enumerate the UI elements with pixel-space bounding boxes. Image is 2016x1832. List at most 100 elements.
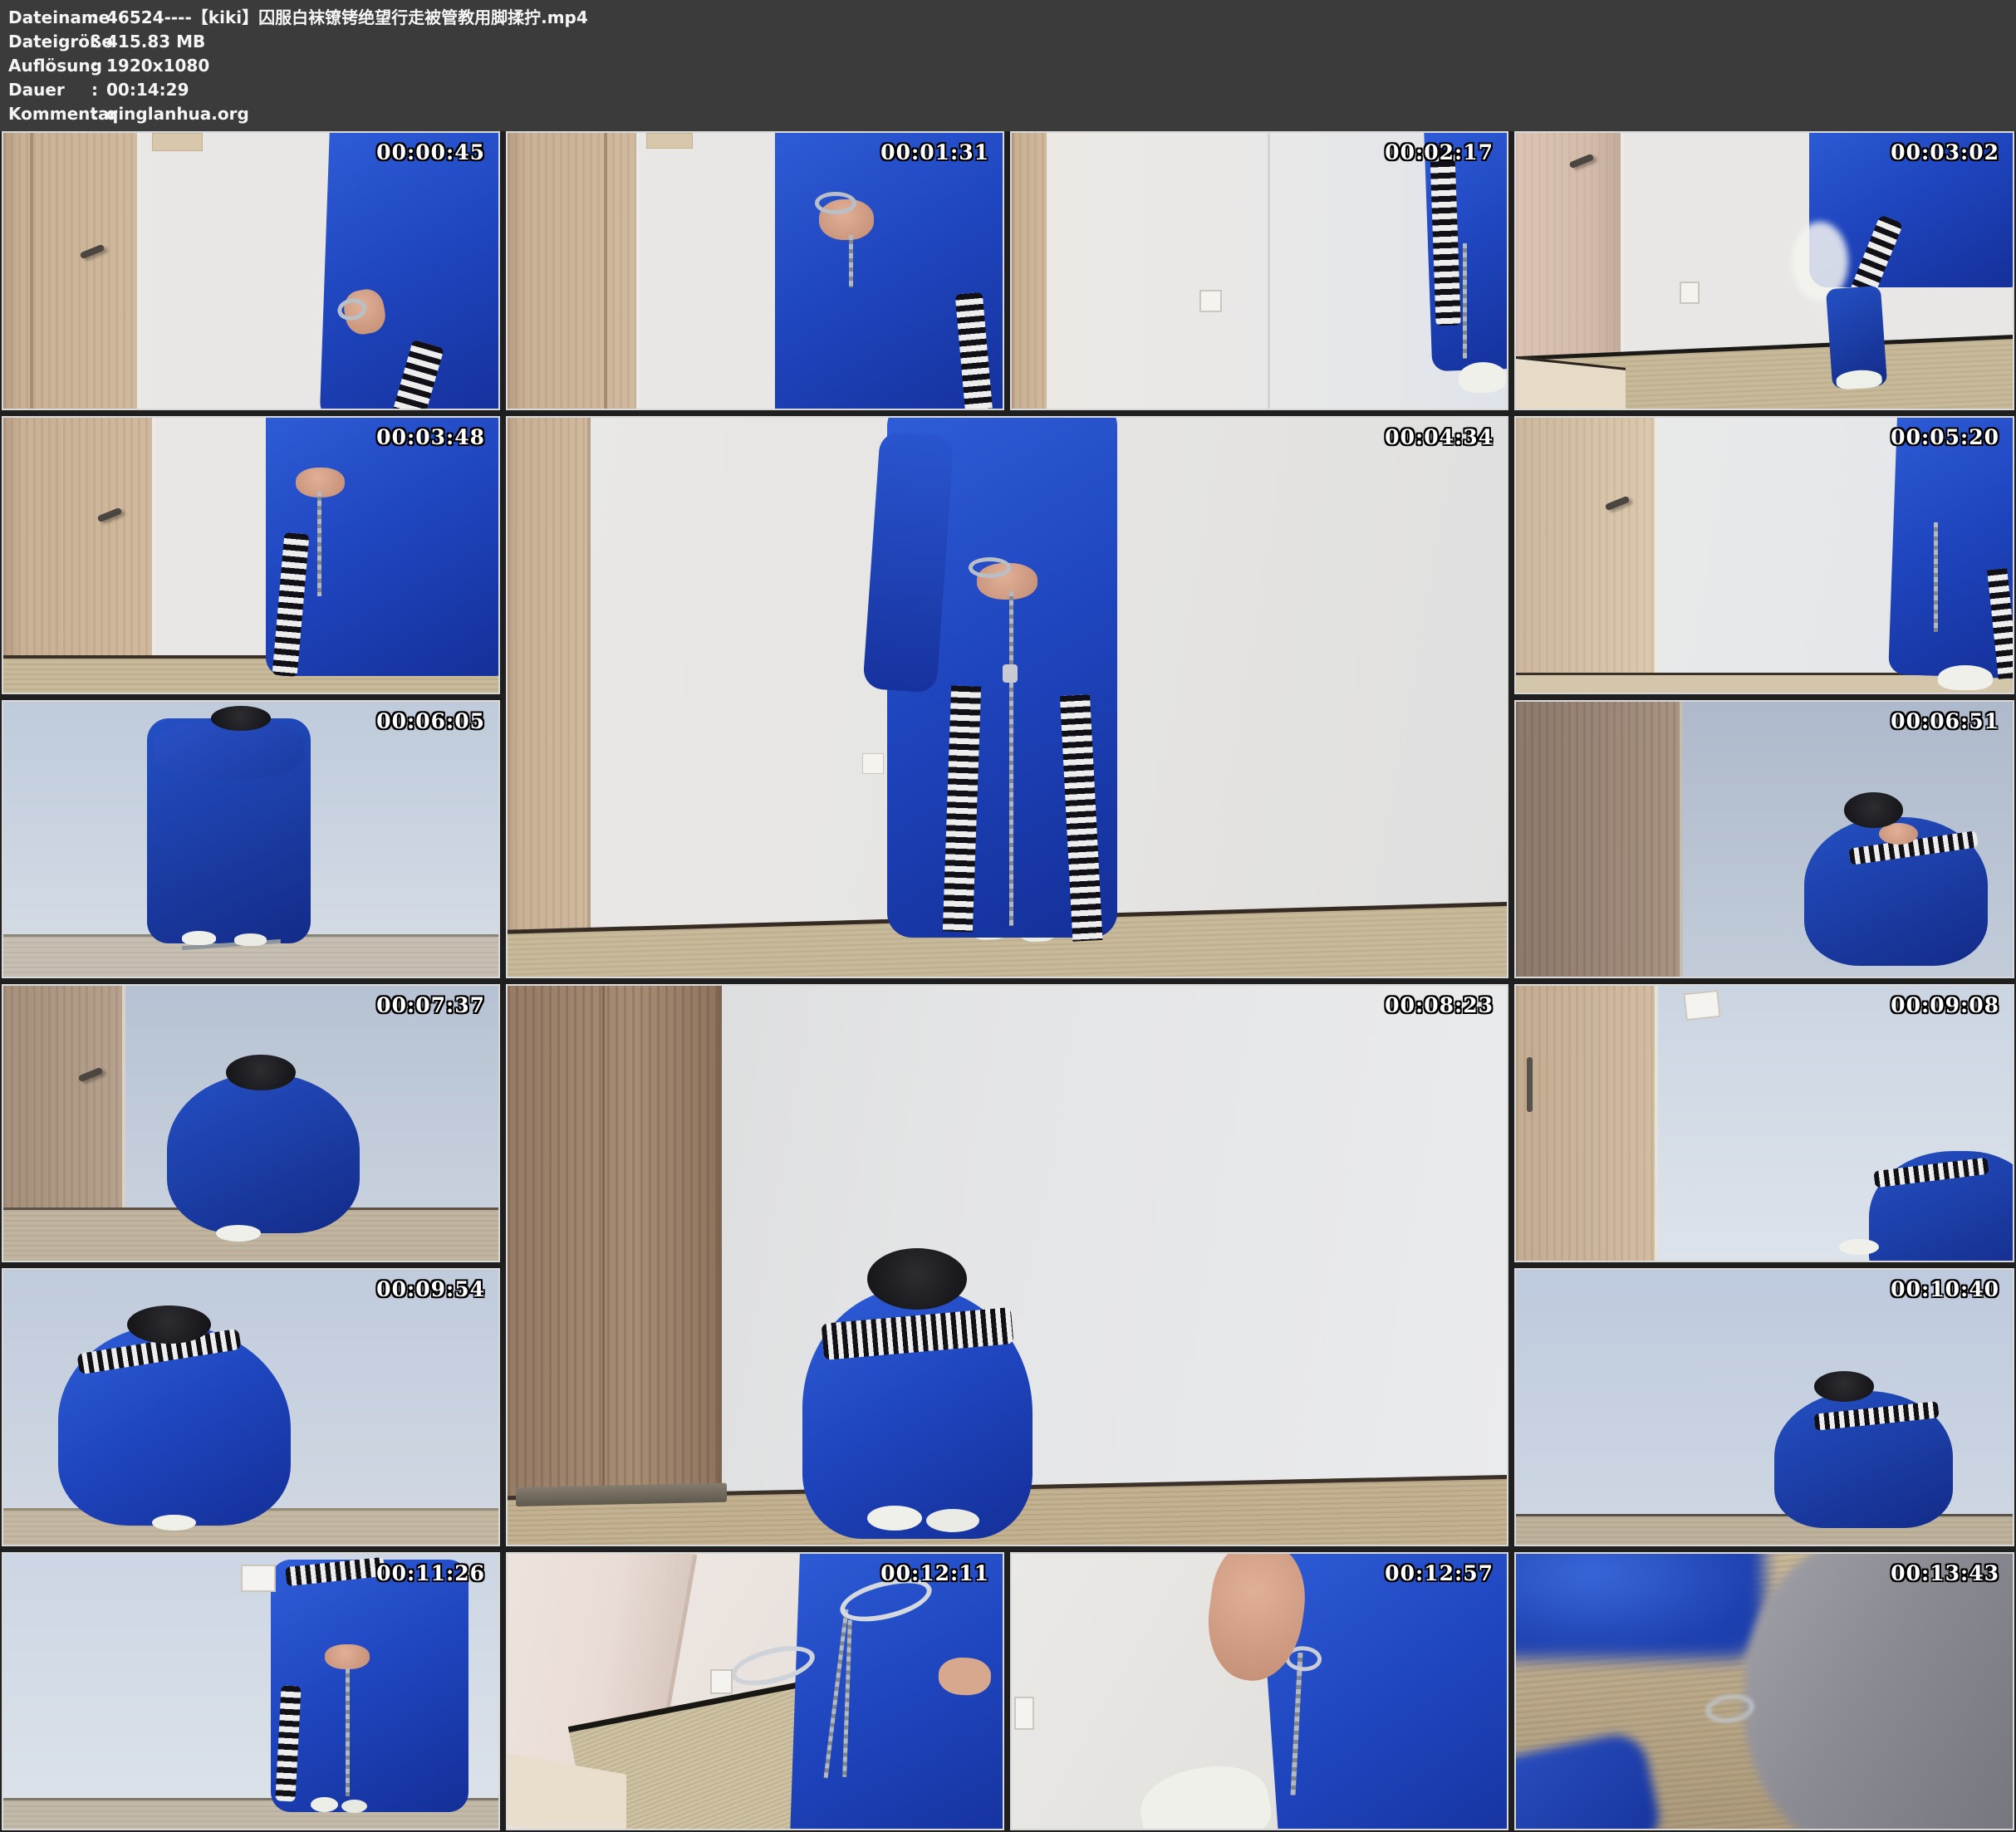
chain-shape	[1934, 522, 1938, 632]
hands-shape	[325, 1644, 370, 1669]
door-shape	[508, 986, 722, 1506]
video-frame-thumbnail: 00:09:54	[2, 1268, 500, 1546]
meta-label: Auflösung	[8, 54, 91, 78]
chain-shape	[1463, 243, 1467, 359]
video-frame-thumbnail: 00:03:02	[1514, 131, 2014, 410]
outlet-shape	[1680, 282, 1700, 304]
timestamp-overlay: 00:09:08	[1891, 993, 1999, 1017]
frame-art	[3, 1270, 498, 1545]
meta-separator: :	[91, 102, 106, 126]
light-switch-shape	[241, 1565, 276, 1592]
chain-shape	[317, 492, 321, 596]
sock-shape	[1839, 1239, 1879, 1256]
video-frame-thumbnail: 00:13:43	[1514, 1552, 2014, 1830]
sock-shape	[1135, 1757, 1275, 1829]
door-shape	[1516, 418, 1658, 693]
meta-label: Dateigröße	[8, 30, 91, 54]
video-frame-thumbnail-large: 00:04:34	[506, 416, 1508, 978]
door-shape	[508, 133, 640, 409]
meta-value-duration: 00:14:29	[106, 78, 2016, 102]
frame-art	[508, 1554, 1003, 1829]
hair-shape	[867, 1248, 967, 1310]
meta-row-resolution: Auflösung : 1920x1080	[8, 54, 2016, 78]
sock-shape	[182, 931, 217, 945]
light-switch-shape	[1684, 990, 1721, 1021]
frame-art	[1516, 702, 2013, 977]
timestamp-overlay: 00:02:17	[1385, 140, 1494, 164]
video-frame-thumbnail: 00:10:40	[1514, 1268, 2014, 1546]
blue-fabric-shape	[1516, 1554, 1764, 1658]
meta-label: Dateiname	[8, 6, 91, 30]
wall-panel-shape	[152, 133, 204, 151]
meta-separator: :	[91, 30, 106, 54]
meta-separator: :	[91, 78, 106, 102]
frame-art	[1516, 133, 2013, 409]
video-frame-thumbnail: 00:02:17	[1010, 131, 1508, 410]
frame-art	[3, 418, 498, 693]
door-shape	[508, 418, 591, 977]
crouching-figure-shape	[167, 1074, 360, 1233]
timestamp-overlay: 00:04:34	[1385, 425, 1494, 449]
video-frame-thumbnail: 00:12:11	[506, 1552, 1004, 1830]
frame-art	[1516, 986, 2013, 1261]
wall-panel-shape	[646, 133, 693, 149]
door-shape	[3, 133, 140, 409]
frame-art	[1516, 1270, 2013, 1545]
frame-art	[3, 986, 498, 1261]
meta-row-comment: Kommentar : qinglanhua.org	[8, 102, 2016, 126]
timestamp-overlay: 00:01:31	[880, 140, 989, 164]
hair-shape	[226, 1055, 295, 1090]
video-frame-thumbnail: 00:06:05	[2, 700, 500, 978]
meta-row-filename: Dateiname : 46524----【kiki】囚服白袜镣铐绝望行走被管教…	[8, 6, 2016, 30]
timestamp-overlay: 00:07:37	[376, 993, 485, 1017]
outlet-shape	[1014, 1697, 1034, 1730]
timestamp-overlay: 00:12:57	[1385, 1561, 1494, 1585]
frame-art	[3, 1554, 498, 1829]
meta-row-duration: Dauer : 00:14:29	[8, 78, 2016, 102]
gray-foreground-foot-shape	[1744, 1554, 2013, 1829]
meta-row-filesize: Dateigröße : 415.83 MB	[8, 30, 2016, 54]
door-shape	[1012, 133, 1050, 409]
meta-value-filename: 46524----【kiki】囚服白袜镣铐绝望行走被管教用脚揉拧.mp4	[106, 6, 2016, 30]
video-frame-thumbnail: 00:01:31	[506, 131, 1004, 410]
video-frame-thumbnail: 00:05:20	[1514, 416, 2014, 694]
timestamp-overlay: 00:12:11	[880, 1561, 989, 1585]
outlet-shape	[1199, 290, 1222, 312]
frame-art	[1012, 1554, 1507, 1829]
prisoner-leg-shape	[1826, 286, 1887, 389]
door-shape	[1516, 986, 1658, 1261]
timestamp-overlay: 00:05:20	[1891, 425, 1999, 449]
timestamp-overlay: 00:11:26	[376, 1561, 485, 1585]
sock-shape	[216, 1225, 261, 1242]
meta-label: Kommentar	[8, 102, 91, 126]
video-frame-thumbnail: 00:00:45	[2, 131, 500, 410]
door-shape	[1516, 133, 1624, 409]
hands-shape	[819, 199, 874, 241]
frame-art	[508, 986, 1507, 1545]
video-frame-thumbnail: 00:06:51	[1514, 700, 2014, 978]
video-frame-thumbnail: 00:03:48	[2, 416, 500, 694]
metadata-header: Dateiname : 46524----【kiki】囚服白袜镣铐绝望行走被管教…	[0, 0, 2016, 131]
hair-shape	[211, 706, 271, 731]
timestamp-overlay: 00:03:48	[376, 425, 485, 449]
video-frame-thumbnail: 00:11:26	[2, 1552, 500, 1830]
blue-fabric-shape	[1516, 1729, 1665, 1829]
prisoner-figure-shape	[147, 718, 311, 943]
timestamp-overlay: 00:10:40	[1891, 1277, 1999, 1301]
frame-art	[3, 133, 498, 409]
timestamp-overlay: 00:06:05	[376, 709, 485, 733]
door-shape	[3, 418, 155, 693]
frame-art	[1516, 418, 2013, 693]
timestamp-overlay: 00:06:51	[1891, 709, 1999, 733]
meta-label: Dauer	[8, 78, 91, 102]
meta-value-resolution: 1920x1080	[106, 54, 2016, 78]
chain-shape	[849, 235, 853, 287]
outlet-shape	[710, 1669, 733, 1694]
meta-value-comment: qinglanhua.org	[106, 102, 2016, 126]
frame-art	[3, 702, 498, 977]
sock-shape	[1938, 665, 1993, 690]
meta-value-filesize: 415.83 MB	[106, 30, 2016, 54]
video-frame-thumbnail: 00:09:08	[1514, 984, 2014, 1262]
sock-shape	[867, 1506, 922, 1531]
timestamp-overlay: 00:03:02	[1891, 140, 1999, 164]
